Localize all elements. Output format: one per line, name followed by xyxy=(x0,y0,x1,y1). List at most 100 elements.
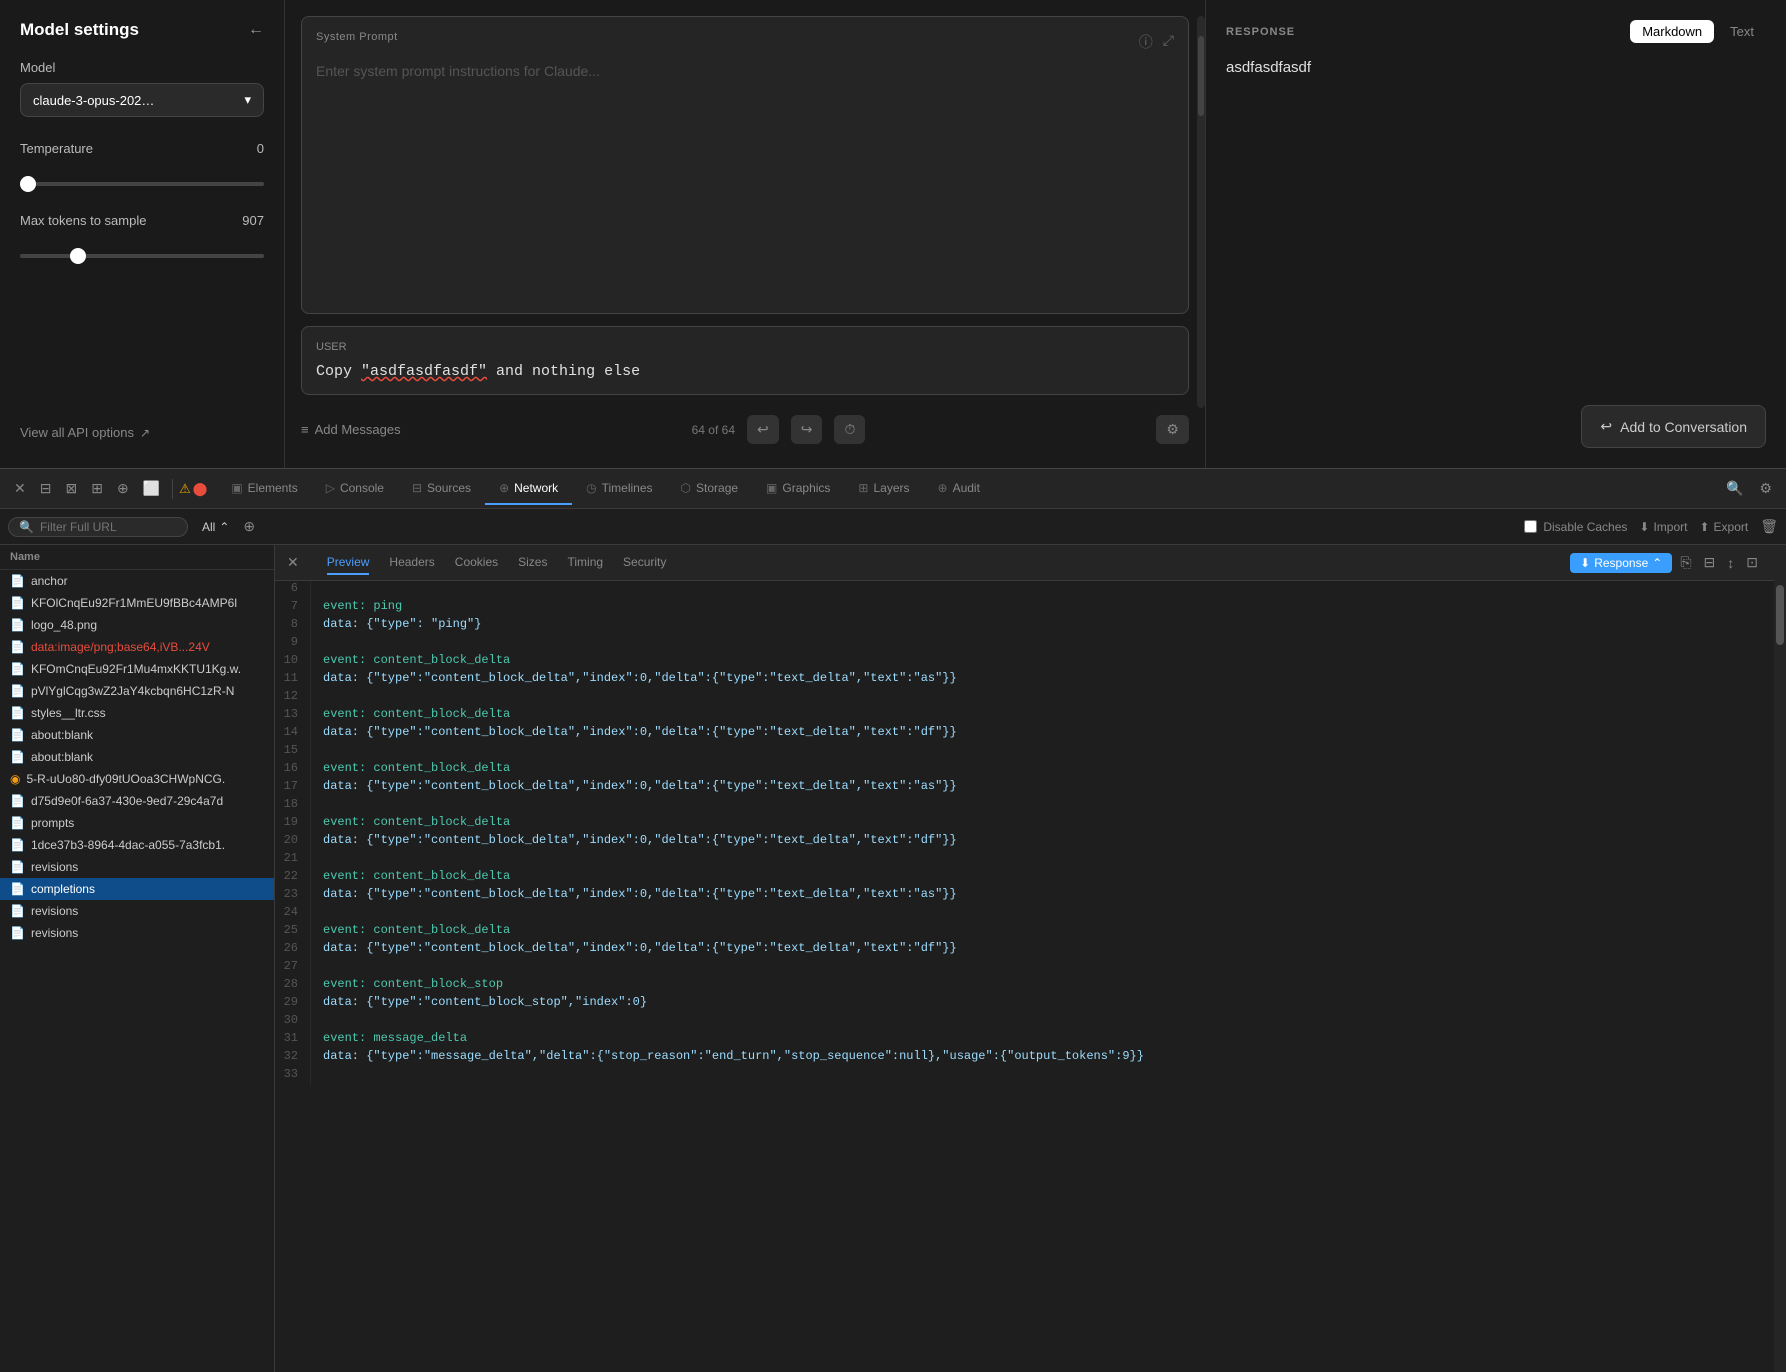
import-button[interactable]: ⬇ Import xyxy=(1639,520,1687,534)
list-item[interactable]: 📄 KFOmCnqEu92Fr1Mu4mxKKTU1Kg.w. xyxy=(0,658,274,680)
line-number: 9 xyxy=(275,635,311,653)
dock-left-button[interactable]: ⊟ xyxy=(34,476,58,501)
tab-audit-label: Audit xyxy=(953,481,980,495)
expand-content-button[interactable]: ⊡ xyxy=(1742,552,1762,573)
file-icon: 📄 xyxy=(10,794,25,808)
code-line: 8 data: {"type": "ping"} xyxy=(275,617,1774,635)
file-icon: 📄 xyxy=(10,838,25,852)
tab-timelines[interactable]: ◷ Timelines xyxy=(572,473,666,505)
filter-input[interactable] xyxy=(40,520,177,534)
add-to-conversation-button[interactable]: ↩ Add to Conversation xyxy=(1581,405,1766,448)
tab-audit[interactable]: ⊕ Audit xyxy=(924,473,994,505)
list-item[interactable]: 📄 about:blank xyxy=(0,746,274,768)
list-item[interactable]: 📄 KFOlCnqEu92Fr1MmEU9fBBc4AMP6l xyxy=(0,592,274,614)
list-item-active[interactable]: 📄 completions xyxy=(0,878,274,900)
tab-sources[interactable]: ⊟ Sources xyxy=(398,473,485,505)
detach-button[interactable]: ⊕ xyxy=(111,476,135,501)
tab-graphics[interactable]: ▣ Graphics xyxy=(752,473,844,505)
history-button[interactable]: ⏱ xyxy=(834,415,865,444)
max-tokens-value: 907 xyxy=(242,213,264,228)
collapse-icon[interactable]: ← xyxy=(248,21,264,39)
format-button[interactable]: ⊟ xyxy=(1700,552,1720,573)
tab-network[interactable]: ⊕ Network xyxy=(485,473,572,505)
preview-tab-security[interactable]: Security xyxy=(623,551,666,575)
middle-panel: System Prompt ⓘ ⤢ Enter system prompt in… xyxy=(285,0,1206,468)
undo-button[interactable]: ↩ xyxy=(747,415,779,444)
line-number: 6 xyxy=(275,581,311,599)
preview-tab-sizes[interactable]: Sizes xyxy=(518,551,547,575)
preview-tab-cookies[interactable]: Cookies xyxy=(455,551,498,575)
line-content: data: {"type":"content_block_delta","ind… xyxy=(311,725,957,743)
line-content xyxy=(311,743,330,761)
add-messages-button[interactable]: ≡ Add Messages xyxy=(301,422,401,437)
markdown-tab[interactable]: Markdown xyxy=(1630,20,1714,43)
max-tokens-slider[interactable] xyxy=(20,254,264,258)
line-content: data: {"type":"content_block_delta","ind… xyxy=(311,833,957,851)
devtools-settings-button[interactable]: ⚙ xyxy=(1753,476,1778,501)
list-item[interactable]: 📄 revisions xyxy=(0,900,274,922)
list-item[interactable]: 📄 revisions xyxy=(0,856,274,878)
file-name: d75d9e0f-6a37-430e-9ed7-29c4a7d xyxy=(31,794,223,808)
list-item[interactable]: 📄 revisions xyxy=(0,922,274,944)
info-icon[interactable]: ⓘ xyxy=(1139,32,1153,52)
right-scrollbar[interactable] xyxy=(1774,545,1786,1372)
tab-console[interactable]: ▷ Console xyxy=(312,473,398,505)
disable-caches-checkbox[interactable] xyxy=(1524,520,1537,533)
model-select[interactable]: claude-3-opus-202… ▾ xyxy=(20,83,264,117)
device-button[interactable]: ⬜ xyxy=(137,476,166,501)
list-item[interactable]: 📄 1dce37b3-8964-4dac-a055-7a3fcb1. xyxy=(0,834,274,856)
temperature-slider[interactable] xyxy=(20,182,264,186)
settings-button[interactable]: ⚙ xyxy=(1156,415,1189,444)
model-settings-panel: Model settings ← Model claude-3-opus-202… xyxy=(0,0,285,468)
response-button[interactable]: ⬇ Response ⌃ xyxy=(1570,553,1672,573)
code-line: 16 event: content_block_delta xyxy=(275,761,1774,779)
file-name: revisions xyxy=(31,860,78,874)
list-item[interactable]: ◉ 5-R-uUo80-dfy09tUOoa3CHWpNCG. xyxy=(0,768,274,790)
tab-elements[interactable]: ▣ Elements xyxy=(217,473,311,505)
wrap-button[interactable]: ↕ xyxy=(1723,553,1738,573)
response-content: asdfasdfasdf xyxy=(1226,59,1766,405)
view-api-link[interactable]: View all API options ↗ xyxy=(20,425,264,440)
filter-input-wrapper: 🔍 xyxy=(8,517,188,537)
dock-right-button[interactable]: ⊞ xyxy=(85,476,109,501)
tab-layers-label: Layers xyxy=(873,481,909,495)
export-button[interactable]: ⬆ Export xyxy=(1699,520,1748,534)
list-item[interactable]: 📄 d75d9e0f-6a37-430e-9ed7-29c4a7d xyxy=(0,790,274,812)
code-line: 22 event: content_block_delta xyxy=(275,869,1774,887)
close-preview-button[interactable]: ✕ xyxy=(287,554,299,571)
dock-bottom-button[interactable]: ⊠ xyxy=(59,476,83,501)
list-item[interactable]: 📄 data:image/png;base64,iVB...24V xyxy=(0,636,274,658)
temperature-row: Temperature 0 xyxy=(20,141,264,164)
file-icon: 📄 xyxy=(10,574,25,588)
line-content xyxy=(311,905,330,923)
max-tokens-label: Max tokens to sample xyxy=(20,213,146,228)
filter-options-icon[interactable]: ⊕ xyxy=(243,518,255,535)
preview-tab-timing[interactable]: Timing xyxy=(567,551,603,575)
user-label: USER xyxy=(316,341,1174,353)
file-name: revisions xyxy=(31,904,78,918)
preview-tab-headers[interactable]: Headers xyxy=(389,551,434,575)
system-prompt-box[interactable]: System Prompt ⓘ ⤢ Enter system prompt in… xyxy=(301,16,1189,314)
scrollbar-track[interactable] xyxy=(1197,16,1205,408)
redo-button[interactable]: ↪ xyxy=(791,415,823,444)
bottom-toolbar: ≡ Add Messages 64 of 64 ↩ ↪ ⏱ ⚙ xyxy=(301,407,1189,452)
copy-button[interactable]: ⎘ xyxy=(1676,552,1695,573)
file-name: about:blank xyxy=(31,750,93,764)
list-item[interactable]: 📄 pVlYglCqg3wZ2JaY4kcbqn6HC1zR-N xyxy=(0,680,274,702)
all-filter-button[interactable]: All ⌃ xyxy=(196,518,235,536)
tab-layers[interactable]: ⊞ Layers xyxy=(844,473,923,505)
list-item[interactable]: 📄 prompts xyxy=(0,812,274,834)
list-item[interactable]: 📄 about:blank xyxy=(0,724,274,746)
close-devtools-button[interactable]: ✕ xyxy=(8,476,32,501)
list-item[interactable]: 📄 logo_48.png xyxy=(0,614,274,636)
search-button[interactable]: 🔍 xyxy=(1720,476,1749,501)
preview-tab-preview[interactable]: Preview xyxy=(327,551,370,575)
text-tab[interactable]: Text xyxy=(1718,20,1766,43)
list-item[interactable]: 📄 anchor xyxy=(0,570,274,592)
expand-icon[interactable]: ⤢ xyxy=(1163,32,1174,52)
tab-storage[interactable]: ⬡ Storage xyxy=(667,473,753,505)
list-item[interactable]: 📄 styles__ltr.css xyxy=(0,702,274,724)
disable-caches-label[interactable]: Disable Caches xyxy=(1524,520,1627,534)
clear-button[interactable]: 🗑 xyxy=(1760,518,1778,535)
console-icon: ▷ xyxy=(326,481,335,495)
